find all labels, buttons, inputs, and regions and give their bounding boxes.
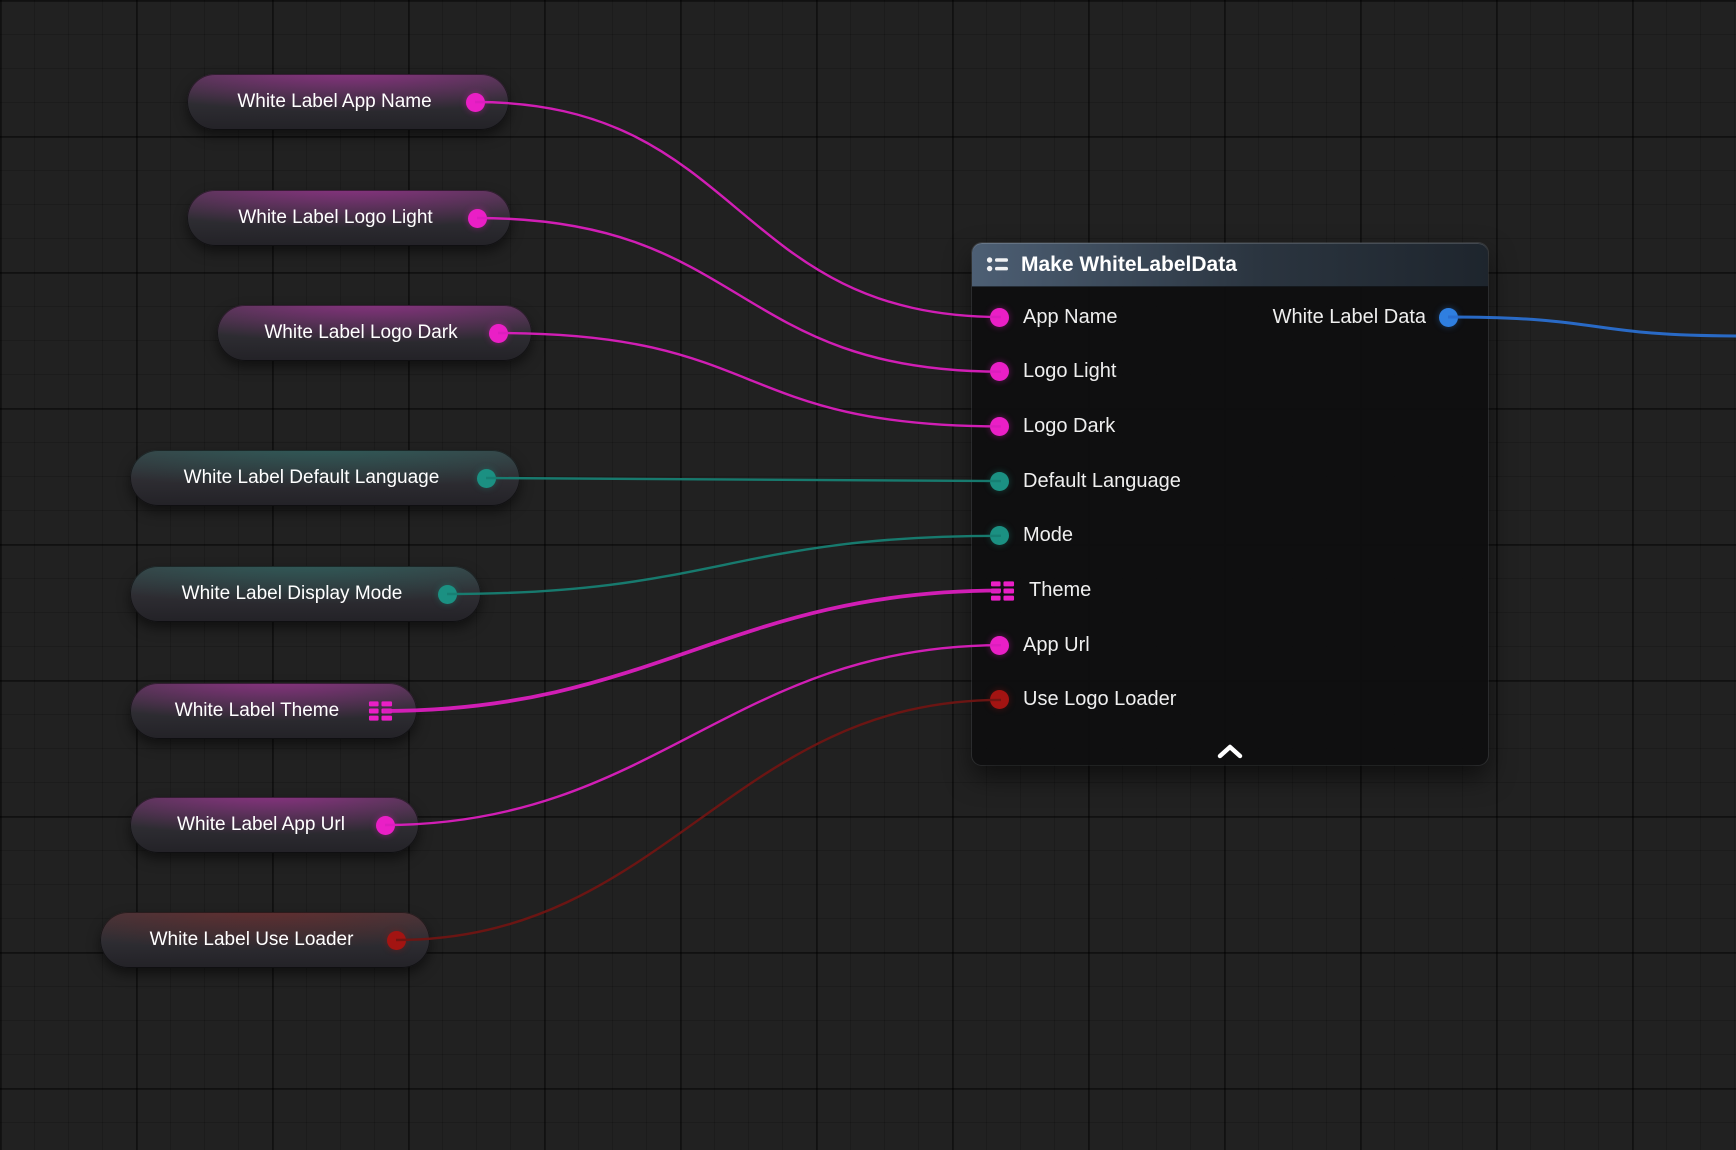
- input-label-mode: Mode: [1023, 524, 1073, 547]
- make-input-row-logo-light[interactable]: Logo Light: [990, 352, 1116, 392]
- white-label-data-output-pin[interactable]: [1439, 308, 1458, 327]
- logo-light-input-pin[interactable]: [990, 362, 1009, 381]
- make-input-row-default-language[interactable]: Default Language: [990, 461, 1181, 501]
- logo-dark-output-pin[interactable]: [489, 324, 508, 343]
- getter-label-use-loader: White Label Use Loader: [124, 929, 387, 951]
- use-logo-loader-input-pin[interactable]: [990, 690, 1009, 709]
- getter-node-default-language[interactable]: White Label Default Language: [130, 450, 520, 506]
- theme-input-pin[interactable]: [990, 580, 1015, 602]
- make-input-row-use-logo-loader[interactable]: Use Logo Loader: [990, 680, 1176, 720]
- collapse-button[interactable]: [1210, 741, 1250, 761]
- logo-light-output-pin[interactable]: [468, 209, 487, 228]
- input-label-use-logo-loader: Use Logo Loader: [1023, 688, 1176, 711]
- input-label-app-url: App Url: [1023, 634, 1090, 657]
- getter-node-app-url[interactable]: White Label App Url: [130, 797, 419, 853]
- input-label-logo-light: Logo Light: [1023, 360, 1116, 383]
- output-row-white-label-data[interactable]: White Label Data: [1273, 297, 1458, 337]
- make-struct-icon: [986, 255, 1010, 275]
- make-whitelabeldata-node[interactable]: Make WhiteLabelData App Name Logo Light Lo…: [972, 243, 1488, 765]
- wire-output-to-right-edge: [1448, 317, 1736, 336]
- output-label: White Label Data: [1273, 306, 1426, 329]
- input-label-app-name: App Name: [1023, 306, 1118, 329]
- make-input-row-app-name[interactable]: App Name: [990, 297, 1118, 337]
- getter-label-default-language: White Label Default Language: [154, 467, 477, 489]
- getter-node-theme[interactable]: White Label Theme: [130, 683, 417, 739]
- getter-node-app-name[interactable]: White Label App Name: [187, 74, 509, 130]
- input-label-default-language: Default Language: [1023, 470, 1181, 493]
- make-node-title: Make WhiteLabelData: [1021, 253, 1237, 277]
- make-input-row-logo-dark[interactable]: Logo Dark: [990, 406, 1115, 446]
- input-label-theme: Theme: [1029, 579, 1091, 602]
- getter-label-display-mode: White Label Display Mode: [154, 583, 438, 605]
- default-language-input-pin[interactable]: [990, 472, 1009, 491]
- make-input-row-theme[interactable]: Theme: [990, 571, 1091, 611]
- getter-node-use-loader[interactable]: White Label Use Loader: [100, 912, 430, 968]
- getter-label-logo-light: White Label Logo Light: [211, 207, 468, 229]
- make-input-row-mode[interactable]: Mode: [990, 516, 1073, 556]
- app-name-input-pin[interactable]: [990, 308, 1009, 327]
- default-language-output-pin[interactable]: [477, 469, 496, 488]
- wire-logo-dark: [498, 333, 1001, 426]
- wire-display-mode: [447, 536, 1001, 594]
- logo-dark-input-pin[interactable]: [990, 417, 1009, 436]
- use-loader-output-pin[interactable]: [387, 931, 406, 950]
- make-input-row-app-url[interactable]: App Url: [990, 625, 1090, 665]
- getter-label-app-url: White Label App Url: [154, 814, 376, 836]
- input-label-logo-dark: Logo Dark: [1023, 415, 1115, 438]
- display-mode-output-pin[interactable]: [438, 585, 457, 604]
- getter-node-logo-dark[interactable]: White Label Logo Dark: [217, 305, 532, 361]
- getter-label-app-name: White Label App Name: [211, 91, 466, 113]
- make-node-header[interactable]: Make WhiteLabelData: [972, 243, 1488, 287]
- wire-use-loader: [396, 700, 1001, 940]
- wire-app-url: [385, 645, 1001, 825]
- app-name-output-pin[interactable]: [466, 93, 485, 112]
- mode-input-pin[interactable]: [990, 526, 1009, 545]
- getter-label-logo-dark: White Label Logo Dark: [241, 322, 489, 344]
- wire-default-language: [486, 478, 1001, 481]
- getter-label-theme: White Label Theme: [154, 700, 368, 722]
- wire-logo-light: [477, 218, 1001, 372]
- wire-app-name: [475, 102, 1001, 317]
- app-url-output-pin[interactable]: [376, 816, 395, 835]
- theme-output-pin[interactable]: [368, 700, 393, 722]
- chevron-up-icon: [1215, 743, 1245, 759]
- getter-node-display-mode[interactable]: White Label Display Mode: [130, 566, 481, 622]
- app-url-input-pin[interactable]: [990, 636, 1009, 655]
- blueprint-canvas[interactable]: White Label App Name White Label Logo Lig…: [0, 0, 1736, 1150]
- getter-node-logo-light[interactable]: White Label Logo Light: [187, 190, 511, 246]
